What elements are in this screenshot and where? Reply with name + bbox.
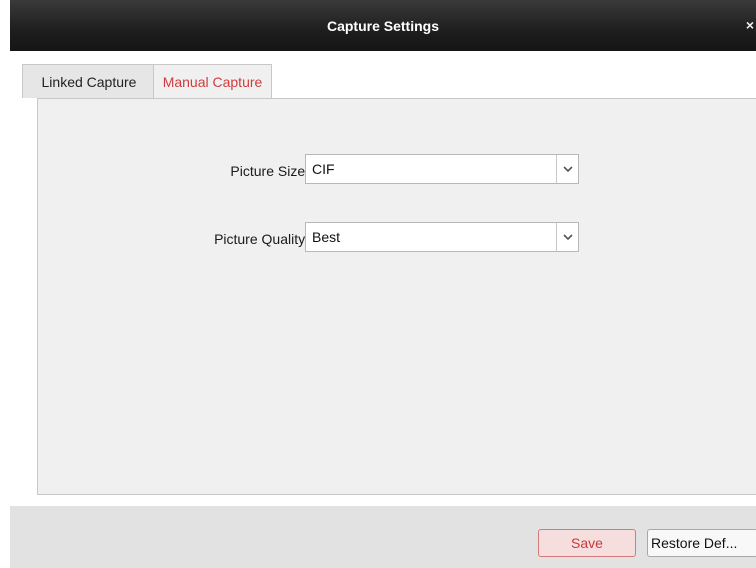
picture-size-select[interactable]: CIF: [305, 154, 579, 184]
dialog-titlebar: Capture Settings ×: [10, 0, 756, 51]
restore-defaults-button[interactable]: Restore Def...: [647, 529, 756, 557]
close-icon[interactable]: ×: [746, 17, 754, 33]
tab-label: Manual Capture: [162, 73, 263, 90]
dialog-footer: Save Restore Def...: [10, 506, 756, 568]
picture-size-value: CIF: [312, 161, 335, 177]
capture-settings-dialog: Capture Settings × Linked Capture Manual…: [10, 0, 756, 568]
chevron-down-icon[interactable]: [556, 155, 578, 183]
tab-label: Linked Capture: [41, 73, 137, 90]
picture-quality-select[interactable]: Best: [305, 222, 579, 252]
save-button[interactable]: Save: [538, 529, 636, 557]
dialog-title: Capture Settings: [326, 17, 439, 34]
chevron-down-icon[interactable]: [556, 223, 578, 251]
picture-quality-label: Picture Quality:: [214, 231, 309, 247]
picture-quality-value: Best: [312, 229, 341, 245]
picture-size-label: Picture Size:: [230, 163, 309, 179]
tab-linked-capture[interactable]: Linked Capture: [22, 64, 156, 98]
manual-capture-panel: Picture Size: CIF Picture Quality: Best: [37, 98, 756, 495]
tab-manual-capture[interactable]: Manual Capture: [153, 64, 272, 98]
